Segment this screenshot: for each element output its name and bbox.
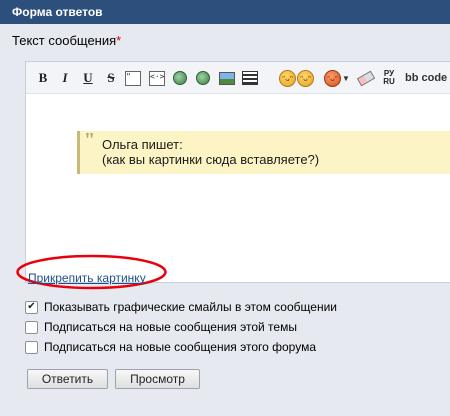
attach-image-link[interactable]: Прикрепить картинку <box>28 271 146 285</box>
form-title: Форма ответов <box>12 5 103 19</box>
form-header: Форма ответов <box>0 0 450 24</box>
quote-body: (как вы картинки сюда вставляете?) <box>102 152 320 167</box>
clear-format-button[interactable] <box>356 68 376 88</box>
smiley-dropdown-icon: ᵔᴗᵔ <box>324 69 341 87</box>
option-subscribe-topic[interactable]: Подписаться на новые сообщения этой темы <box>25 320 297 334</box>
message-editor[interactable]: B I U S ❞ <·> ᵔᴗᵔ ᵔᴗᵔ ᵔᴗᵔ ▼ РУ RU bb cod… <box>25 61 450 283</box>
code-button[interactable]: <·> <box>149 68 165 88</box>
subscribe-forum-checkbox[interactable] <box>25 340 38 354</box>
image-icon <box>219 71 235 85</box>
image-button[interactable] <box>219 68 235 88</box>
smiley-icon: ᵔᴗᵔ <box>297 69 314 87</box>
option-label: Показывать графические смайлы в этом соо… <box>44 300 337 314</box>
quote-button[interactable]: ❞ <box>125 68 141 88</box>
video-button[interactable] <box>242 68 258 88</box>
link-icon <box>173 71 187 85</box>
italic-button[interactable]: I <box>57 68 73 88</box>
option-label: Подписаться на новые сообщения этого фор… <box>44 340 316 354</box>
option-show-smileys[interactable]: ✔ Показывать графические смайлы в этом с… <box>25 300 337 314</box>
chevron-down-icon[interactable]: ▼ <box>342 68 350 88</box>
underline-button[interactable]: U <box>80 68 96 88</box>
smiley-menu-button[interactable]: ᵔᴗᵔ <box>324 68 341 88</box>
smiley-button-2[interactable]: ᵔᴗᵔ <box>297 68 314 88</box>
required-mark: * <box>116 33 122 48</box>
quote-mark-icon: " <box>84 129 96 151</box>
email-button[interactable] <box>196 68 210 88</box>
show-smileys-checkbox[interactable]: ✔ <box>25 300 38 314</box>
option-subscribe-forum[interactable]: Подписаться на новые сообщения этого фор… <box>25 340 316 354</box>
quote-icon: ❞ <box>125 70 141 86</box>
editor-toolbar: B I U S ❞ <·> ᵔᴗᵔ ᵔᴗᵔ ᵔᴗᵔ ▼ РУ RU bb cod… <box>26 62 450 94</box>
bbcode-button[interactable]: bb code <box>405 68 447 88</box>
message-label: Текст сообщения* <box>12 33 122 48</box>
link-button[interactable] <box>173 68 187 88</box>
translit-button[interactable]: РУ RU <box>381 68 397 88</box>
smiley-icon: ᵔᴗᵔ <box>279 69 296 87</box>
bold-button[interactable]: B <box>35 68 51 88</box>
email-icon <box>196 71 210 85</box>
option-label: Подписаться на новые сообщения этой темы <box>44 320 297 334</box>
quote-author: Ольга пишет: <box>102 137 183 152</box>
preview-button[interactable]: Просмотр <box>115 369 200 389</box>
reply-form-panel: Текст сообщения* B I U S ❞ <·> ᵔᴗᵔ ᵔᴗᵔ ᵔ… <box>0 24 450 416</box>
video-icon <box>242 71 258 85</box>
strikethrough-button[interactable]: S <box>103 68 119 88</box>
reply-button[interactable]: Ответить <box>27 369 108 389</box>
subscribe-topic-checkbox[interactable] <box>25 320 38 334</box>
quote-text: Ольга пишет: (как вы картинки сюда встав… <box>102 137 319 167</box>
quote-block: " Ольга пишет: (как вы картинки сюда вст… <box>77 129 450 174</box>
eraser-icon <box>356 70 376 86</box>
smiley-button-1[interactable]: ᵔᴗᵔ <box>279 68 296 88</box>
code-icon: <·> <box>149 70 165 86</box>
